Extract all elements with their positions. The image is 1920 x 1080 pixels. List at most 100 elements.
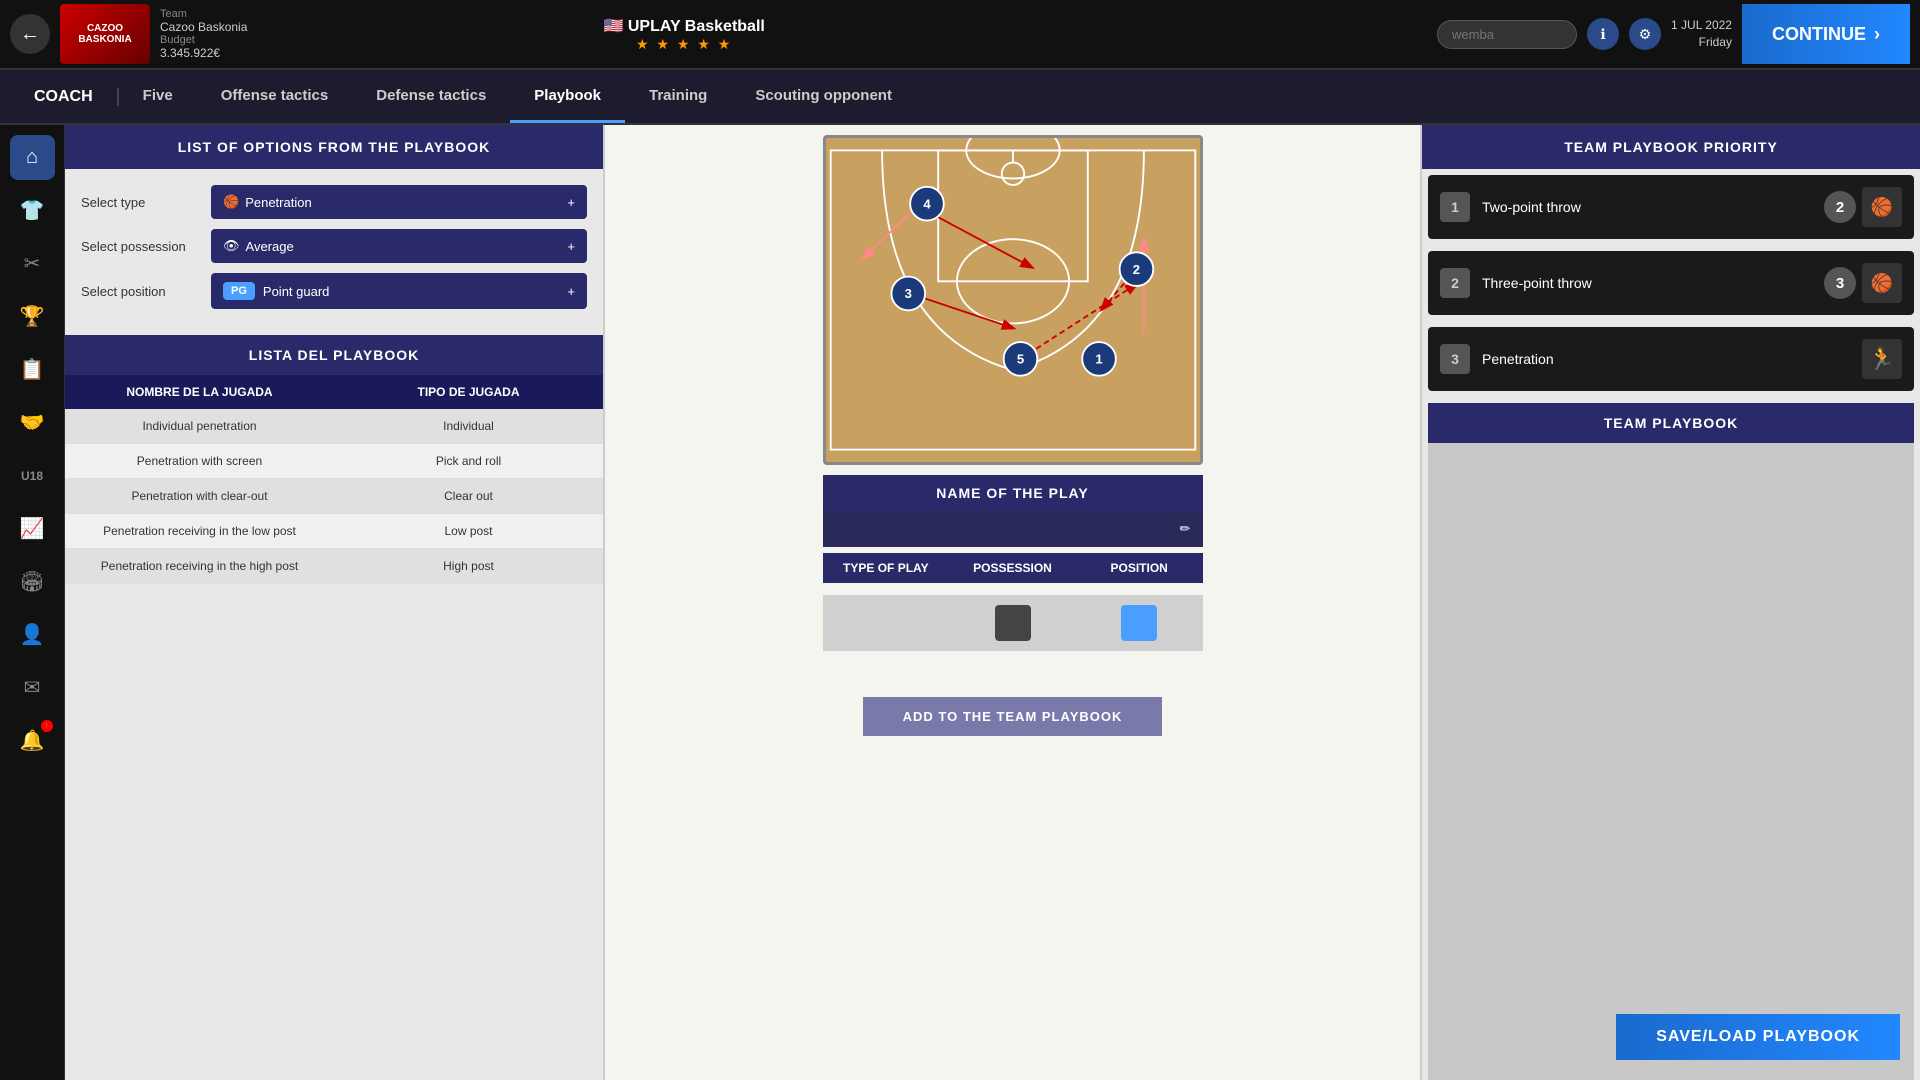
filter-possession-label: Select possession <box>81 239 211 254</box>
filter-type-row: Select type 🏀 Penetration + <box>81 185 587 219</box>
priority-header: TEAM PLAYBOOK PRIORITY <box>1422 125 1920 169</box>
priority-item-3: 3 Penetration 🏃 <box>1428 327 1914 391</box>
settings-button[interactable]: ⚙ <box>1629 18 1661 50</box>
continue-button[interactable]: CONTINUE › <box>1742 4 1910 64</box>
play-name-input-row[interactable]: ✏ <box>823 511 1203 547</box>
left-panel: LIST OF OPTIONS FROM THE PLAYBOOK Select… <box>65 125 605 1080</box>
play-name: Penetration receiving in the low post <box>65 524 334 538</box>
league-info: 🇺🇸 UPLAY Basketball ★ ★ ★ ★ ★ <box>604 16 765 53</box>
add-to-playbook-button[interactable]: ADD TO THE TEAM PLAYBOOK <box>863 697 1163 736</box>
table-row[interactable]: Penetration receiving in the low post Lo… <box>65 514 603 549</box>
type-of-play-header: TYPE OF PLAY <box>823 553 950 583</box>
tab-offense[interactable]: Offense tactics <box>197 70 353 123</box>
budget-label: Budget <box>160 34 247 46</box>
search-input[interactable] <box>1437 20 1577 49</box>
svg-text:5: 5 <box>1016 352 1023 367</box>
filter-position-row: Select position PG Point guard + <box>81 273 587 309</box>
sidebar-item-chart[interactable]: 📈 <box>10 506 55 551</box>
svg-text:3: 3 <box>904 286 911 301</box>
team-label: Team <box>160 8 247 20</box>
settings-icon: ⚙ <box>1639 26 1652 43</box>
possession-box <box>995 605 1031 641</box>
filter-type-value: Penetration <box>245 195 567 210</box>
sidebar-item-tactics[interactable]: ✂ <box>10 241 55 286</box>
info-icon: ℹ <box>1600 26 1605 43</box>
svg-text:4: 4 <box>923 196 931 211</box>
sidebar-item-home[interactable]: ⌂ <box>10 135 55 180</box>
priority-badge-2: 3 <box>1824 267 1856 299</box>
save-load-playbook-button[interactable]: SAVE/LOAD PLAYBOOK <box>1616 1014 1900 1060</box>
priority-name-1: Two-point throw <box>1482 199 1812 215</box>
center-panel: 4 2 3 5 1 NAME OF THE PLAY ✏ TYPE OF PLA… <box>605 125 1420 1080</box>
sidebar-item-mail[interactable]: ✉ <box>10 665 55 710</box>
tab-playbook[interactable]: Playbook <box>510 70 625 123</box>
lista-header: LISTA DEL PLAYBOOK <box>65 335 603 375</box>
tab-defense[interactable]: Defense tactics <box>352 70 510 123</box>
priority-rank-1: 1 <box>1440 192 1470 222</box>
play-name: Individual penetration <box>65 419 334 433</box>
filter-type-select[interactable]: 🏀 Penetration + <box>211 185 587 219</box>
filter-type-icon: 🏀 <box>223 194 239 210</box>
table-header: NOMBRE DE LA JUGADA TIPO DE JUGADA <box>65 375 603 409</box>
sidebar-item-handshake[interactable]: 🤝 <box>10 400 55 445</box>
tab-five[interactable]: Five <box>119 70 197 123</box>
filter-possession-icon: 👁 <box>223 238 240 254</box>
priority-icon-1: 🏀 <box>1862 187 1902 227</box>
team-info: Team Cazoo Baskonia Budget 3.345.922€ <box>160 8 247 60</box>
topbar-right: ℹ ⚙ 1 JUL 2022 Friday CONTINUE › <box>1437 4 1910 64</box>
filter-type-plus: + <box>567 195 575 210</box>
sidebar-item-profile[interactable]: 👤 <box>10 612 55 657</box>
back-icon: ← <box>20 23 40 46</box>
svg-text:2: 2 <box>1132 262 1139 277</box>
filter-position-plus: + <box>567 284 575 299</box>
table-row[interactable]: Penetration receiving in the high post H… <box>65 549 603 584</box>
play-type: Individual <box>334 419 603 433</box>
filter-position-select[interactable]: PG Point guard + <box>211 273 587 309</box>
priority-name-3: Penetration <box>1482 351 1850 367</box>
sidebar-item-trophy[interactable]: 🏆 <box>10 294 55 339</box>
budget-value: 3.345.922€ <box>160 46 247 60</box>
tab-training[interactable]: Training <box>625 70 731 123</box>
tab-scouting[interactable]: Scouting opponent <box>731 70 916 123</box>
table-row[interactable]: Individual penetration Individual <box>65 409 603 444</box>
back-button[interactable]: ← <box>10 14 50 54</box>
topbar: ← CAZOOBASKONIA Team Cazoo Baskonia Budg… <box>0 0 1920 70</box>
filter-possession-value: Average <box>246 239 568 254</box>
priority-icon-3: 🏃 <box>1862 339 1902 379</box>
play-type: High post <box>334 559 603 573</box>
priority-rank-3: 3 <box>1440 344 1470 374</box>
pg-badge: PG <box>223 282 255 300</box>
sidebar: ⌂ 👕 ✂ 🏆 📋 🤝 U18 📈 🏟 👤 ✉ 🔔 ! <box>0 125 65 1080</box>
sidebar-item-table[interactable]: 📋 <box>10 347 55 392</box>
plays-table: Individual penetration Individual Penetr… <box>65 409 603 584</box>
priority-item-2: 2 Three-point throw 3 🏀 <box>1428 251 1914 315</box>
sidebar-item-notification[interactable]: 🔔 ! <box>10 718 55 763</box>
priority-badge-1: 2 <box>1824 191 1856 223</box>
filter-possession-select[interactable]: 👁 Average + <box>211 229 587 263</box>
type-of-play-value <box>823 595 950 651</box>
filter-position-value: Point guard <box>263 284 568 299</box>
table-row[interactable]: Penetration with clear-out Clear out <box>65 479 603 514</box>
logo-text: CAZOOBASKONIA <box>78 23 131 45</box>
list-options-header: LIST OF OPTIONS FROM THE PLAYBOOK <box>65 125 603 169</box>
filter-type-label: Select type <box>81 195 211 210</box>
table-row[interactable]: Penetration with screen Pick and roll <box>65 444 603 479</box>
position-value <box>1076 595 1203 651</box>
play-type: Clear out <box>334 489 603 503</box>
play-name: Penetration receiving in the high post <box>65 559 334 573</box>
col-type-header: TIPO DE JUGADA <box>334 385 603 399</box>
sidebar-item-u18[interactable]: U18 <box>10 453 55 498</box>
play-name: Penetration with screen <box>65 454 334 468</box>
sidebar-item-stadium[interactable]: 🏟 <box>10 559 55 604</box>
nav-tabs: COACH Five Offense tactics Defense tacti… <box>0 70 1920 125</box>
info-button[interactable]: ℹ <box>1587 18 1619 50</box>
play-name-header: NAME OF THE PLAY <box>823 475 1203 511</box>
position-box <box>1121 605 1157 641</box>
filter-position-label: Select position <box>81 284 211 299</box>
team-stars: ★ ★ ★ ★ ★ <box>636 36 732 53</box>
team-name: Cazoo Baskonia <box>160 20 247 34</box>
team-playbook-area <box>1428 443 1914 1080</box>
edit-icon[interactable]: ✏ <box>1180 521 1191 537</box>
sidebar-item-jersey[interactable]: 👕 <box>10 188 55 233</box>
position-header: POSITION <box>1076 553 1203 583</box>
